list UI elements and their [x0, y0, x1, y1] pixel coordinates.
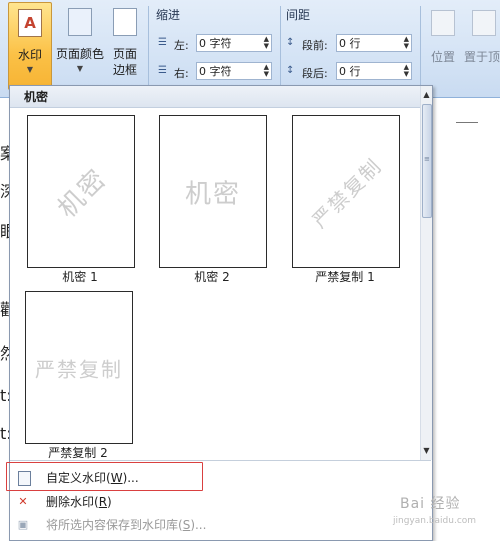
menu-divider [10, 460, 431, 461]
watermark-preview-text: 严禁复制 [307, 152, 387, 233]
indent-right-icon: ☰ [158, 65, 167, 76]
page-border-icon [113, 8, 137, 36]
watermark-preview-text: 机密 [52, 162, 114, 224]
scroll-down-icon[interactable]: ▼ [421, 444, 432, 458]
bring-to-front-button[interactable]: 置于顶 [464, 2, 500, 88]
watermark-thumbnail[interactable]: 严禁复制 [25, 291, 133, 444]
thumbnail-caption: 机密 1 [62, 270, 98, 284]
indent-right-row: ☰ 右: 0 字符 ▲ ▼ [158, 62, 274, 82]
spacing-after-input[interactable]: 0 行 ▲ ▼ [336, 62, 412, 80]
watermark-icon: A [18, 9, 42, 37]
indent-left-value: 0 字符 [199, 37, 232, 50]
remove-watermark-menu-item[interactable]: ✕ 删除水印(R) [10, 491, 431, 513]
spinner-arrows-icon[interactable]: ▲ ▼ [404, 36, 409, 50]
bring-to-front-label: 置于顶 [464, 50, 500, 64]
spacing-after-value: 0 行 [339, 65, 361, 78]
page-color-label: 页面颜色 [55, 47, 104, 61]
thumbnail-caption: 严禁复制 1 [315, 270, 375, 284]
remove-watermark-icon: ✕ [18, 495, 28, 508]
custom-watermark-label: 自定义水印(W)... [46, 471, 139, 485]
site-watermark: Bai 经验 [400, 496, 461, 512]
watermark-thumbnail[interactable]: 严禁复制 [292, 115, 400, 268]
indent-left-input[interactable]: 0 字符 ▲ ▼ [196, 34, 272, 52]
document-line [456, 122, 478, 123]
ribbon: A 水印 ▼ 页面颜色 ▼ 页面边框 缩进 ☰ 左: 0 字符 ▲ ▼ ☰ 右: … [0, 0, 500, 98]
position-label: 位置 [430, 50, 455, 64]
spinner-arrows-icon[interactable]: ▲ ▼ [264, 64, 269, 78]
paint-bucket-icon [68, 8, 92, 36]
page-border-button[interactable]: 页面边框 [108, 2, 142, 88]
gallery-section-title: 机密 [10, 86, 420, 108]
spinner-arrows-icon[interactable]: ▲ ▼ [404, 64, 409, 78]
indent-right-label: 右: [174, 67, 189, 80]
remove-watermark-label: 删除水印(R) [46, 495, 112, 509]
page-border-label: 页面边框 [112, 47, 137, 77]
save-gallery-icon: ▣ [17, 518, 29, 531]
gallery-scrollbar[interactable]: ▲ ≡ ▼ [420, 86, 432, 460]
indent-right-input[interactable]: 0 字符 ▲ ▼ [196, 62, 272, 80]
spacing-after-label: 段后: [302, 67, 328, 80]
indent-group-title: 缩进 [156, 8, 181, 22]
save-to-gallery-label: 将所选内容保存到水印库(S)... [46, 518, 207, 532]
page-color-button[interactable]: 页面颜色 ▼ [52, 2, 108, 88]
watermark-thumbnail[interactable]: 机密 [27, 115, 135, 268]
watermark-gallery-dropdown: 机密 机密 机密 1 机密 机密 2 严禁复制 严禁复制 1 严禁复制 严禁复制… [6, 85, 433, 541]
position-icon [431, 10, 455, 36]
site-watermark-url: jingyan.baidu.com [393, 516, 477, 526]
chevron-down-icon: ▼ [26, 65, 34, 74]
spacing-after-icon: ↕ [286, 65, 295, 76]
spacing-after-row: ↕ 段后: 0 行 ▲ ▼ [286, 62, 414, 82]
ribbon-separator [280, 6, 281, 88]
spacing-before-icon: ↕ [286, 37, 295, 48]
watermark-thumbnail[interactable]: 机密 [159, 115, 267, 268]
watermark-label: 水印 [17, 48, 42, 62]
ribbon-separator [148, 6, 149, 88]
spacing-group-title: 间距 [286, 8, 311, 22]
scroll-up-icon[interactable]: ▲ [421, 88, 432, 102]
ribbon-separator [420, 6, 421, 88]
watermark-button[interactable]: A 水印 ▼ [8, 2, 52, 90]
indent-right-value: 0 字符 [199, 65, 232, 78]
save-to-watermark-gallery-menu-item[interactable]: ▣ 将所选内容保存到水印库(S)... [10, 514, 431, 536]
spacing-before-input[interactable]: 0 行 ▲ ▼ [336, 34, 412, 52]
spacing-before-value: 0 行 [339, 37, 361, 50]
indent-left-label: 左: [174, 39, 189, 52]
indent-left-icon: ☰ [158, 37, 167, 48]
spinner-arrows-icon[interactable]: ▲ ▼ [264, 36, 269, 50]
spacing-before-label: 段前: [302, 39, 328, 52]
watermark-preview-text: 机密 [184, 179, 242, 209]
chevron-down-icon: ▼ [76, 64, 84, 73]
thumbnail-caption: 机密 2 [194, 270, 230, 284]
scrollbar-thumb[interactable]: ≡ [422, 104, 432, 218]
indent-left-row: ☰ 左: 0 字符 ▲ ▼ [158, 34, 274, 54]
thumbnail-caption: 严禁复制 2 [48, 446, 108, 460]
position-button[interactable]: 位置 [424, 2, 462, 88]
bring-to-front-icon [472, 10, 496, 36]
spacing-before-row: ↕ 段前: 0 行 ▲ ▼ [286, 34, 414, 54]
watermark-preview-text: 严禁复制 [35, 357, 123, 381]
custom-watermark-menu-item[interactable]: 自定义水印(W)... [6, 462, 431, 491]
custom-watermark-icon [18, 471, 31, 486]
